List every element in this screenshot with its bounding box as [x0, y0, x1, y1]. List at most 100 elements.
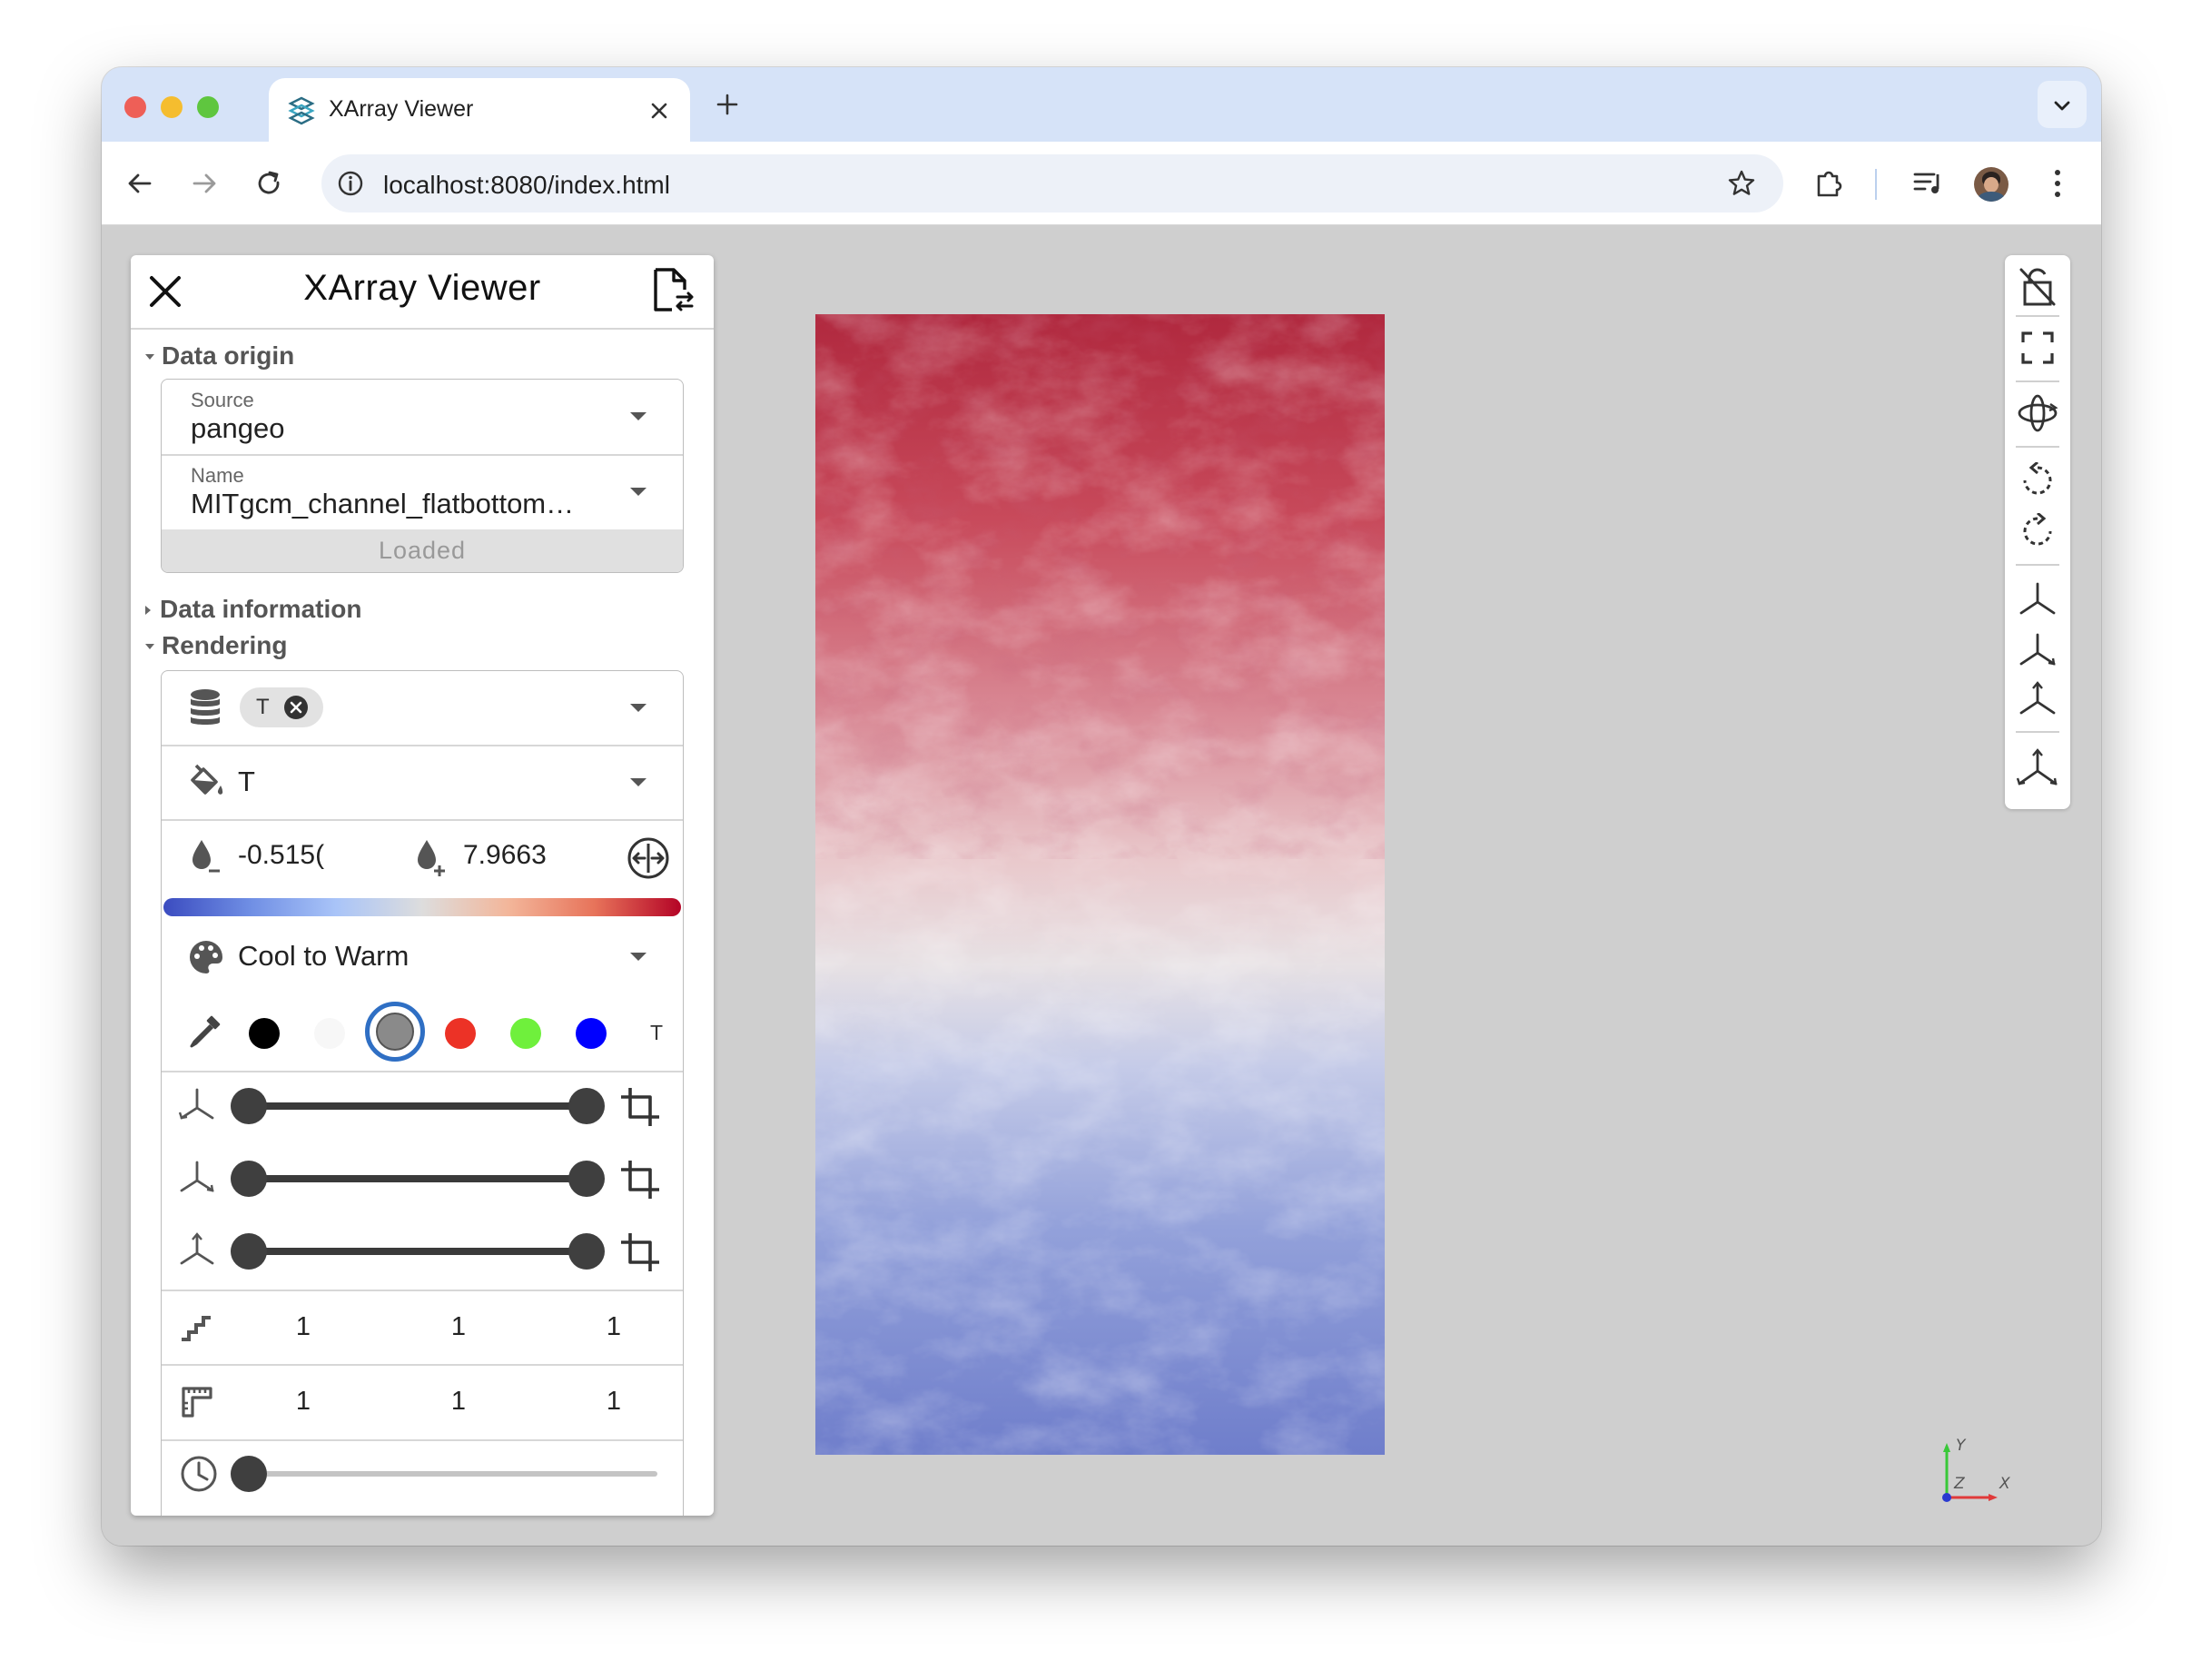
scale-y-input[interactable]: 1 — [431, 1387, 486, 1417]
swatch-tail-label: T — [650, 1021, 664, 1044]
crop-icon[interactable] — [619, 1231, 661, 1273]
reload-icon[interactable] — [256, 170, 283, 197]
palette-icon — [190, 941, 222, 973]
source-label: Source — [191, 389, 254, 411]
swatch-blue[interactable] — [576, 1018, 607, 1049]
caret-down-icon — [630, 704, 646, 712]
color-by-select[interactable]: T — [162, 746, 683, 819]
range-min-input[interactable]: -0.515( — [238, 840, 332, 871]
reset-range-icon[interactable] — [627, 836, 670, 880]
name-select[interactable]: Name MITgcm_channel_flatbottom… — [162, 455, 683, 529]
crop-z-max-thumb[interactable] — [568, 1233, 605, 1270]
crop-z-track[interactable] — [249, 1248, 587, 1255]
paint-bucket-icon — [191, 764, 223, 795]
browser-toolbar: localhost:8080/index.html — [102, 142, 2101, 225]
media-playlist-icon[interactable] — [1912, 169, 1943, 198]
data-information-header[interactable]: Data information — [145, 595, 361, 624]
tab-strip: XArray Viewer — [102, 67, 2101, 142]
remove-chip-icon[interactable] — [283, 695, 309, 720]
crop-x-min-thumb[interactable] — [231, 1088, 267, 1124]
swatch-white[interactable] — [314, 1018, 345, 1049]
rotate-right-icon[interactable] — [2019, 513, 2056, 549]
view-x-icon[interactable] — [2016, 578, 2059, 620]
divider — [2016, 380, 2059, 382]
stride-x-input[interactable]: 1 — [276, 1312, 331, 1342]
axis-label-y: Y — [1956, 1437, 1967, 1455]
time-track[interactable] — [249, 1471, 657, 1477]
view-z-icon[interactable] — [2016, 678, 2059, 720]
swatch-red[interactable] — [445, 1018, 476, 1049]
tab-title: XArray Viewer — [329, 96, 474, 122]
minimize-window-dot[interactable] — [161, 96, 183, 118]
array-chip[interactable]: T — [240, 687, 323, 727]
scale-row: 1 1 1 — [162, 1365, 683, 1439]
crop-x-track[interactable] — [249, 1102, 587, 1110]
swap-file-icon[interactable] — [650, 266, 696, 315]
crop-x-max-thumb[interactable] — [568, 1088, 605, 1124]
stride-z-input[interactable]: 1 — [587, 1312, 641, 1342]
close-tab-icon[interactable] — [650, 102, 668, 120]
stride-steps-icon — [182, 1316, 211, 1341]
maximize-window-dot[interactable] — [197, 96, 219, 118]
rendering-header[interactable]: Rendering — [145, 631, 287, 660]
view-isometric-icon[interactable] — [2014, 746, 2061, 791]
crop-y-min-thumb[interactable] — [231, 1161, 267, 1197]
close-window-dot[interactable] — [124, 96, 146, 118]
colormap-select[interactable]: Cool to Warm — [162, 918, 683, 996]
crop-y-track[interactable] — [249, 1175, 587, 1182]
back-arrow-icon[interactable] — [126, 170, 153, 197]
data-origin-label: Data origin — [162, 341, 295, 370]
swatch-gray-selected[interactable] — [365, 1002, 425, 1062]
divider — [2016, 731, 2059, 733]
eyedropper-icon[interactable] — [187, 1014, 222, 1049]
fullscreen-icon[interactable] — [2019, 330, 2056, 366]
range-min-drop-icon — [192, 840, 220, 873]
arrays-select[interactable]: T — [162, 671, 683, 745]
site-info-icon[interactable] — [336, 169, 365, 198]
scale-z-input[interactable]: 1 — [587, 1387, 641, 1417]
range-max-input[interactable]: 7.9663 — [463, 840, 572, 871]
view-y-icon[interactable] — [2016, 629, 2059, 671]
source-select[interactable]: Source pangeo — [162, 380, 683, 454]
caret-down-icon — [630, 488, 646, 496]
stride-y-input[interactable]: 1 — [431, 1312, 486, 1342]
clock-icon — [181, 1456, 217, 1492]
scale-x-input[interactable]: 1 — [276, 1387, 331, 1417]
expand-caret-icon — [145, 354, 154, 360]
expand-caret-icon — [145, 644, 154, 649]
axis-y-icon — [180, 1161, 214, 1192]
toolbar-divider — [1875, 169, 1877, 200]
crop-icon[interactable] — [619, 1086, 661, 1128]
caret-down-icon — [630, 412, 646, 420]
ruler-icon — [182, 1387, 212, 1418]
lock-off-icon[interactable] — [2018, 266, 2058, 308]
loaded-button[interactable]: Loaded — [162, 529, 683, 572]
bookmark-star-icon[interactable] — [1727, 169, 1756, 198]
interaction-mode-icon[interactable] — [2016, 391, 2059, 435]
colormap-gradient-bar — [163, 898, 681, 916]
data-origin-header[interactable]: Data origin — [145, 341, 294, 371]
time-thumb[interactable] — [231, 1456, 267, 1492]
extensions-puzzle-icon[interactable] — [1812, 167, 1845, 200]
divider — [2016, 564, 2059, 566]
collapsed-caret-icon — [145, 606, 151, 615]
address-bar[interactable]: localhost:8080/index.html — [321, 154, 1783, 212]
swatch-green[interactable] — [510, 1018, 541, 1049]
new-tab-icon[interactable] — [716, 93, 739, 116]
browser-menu-icon[interactable] — [2052, 167, 2063, 200]
crop-z-min-thumb[interactable] — [231, 1233, 267, 1270]
view-toolbar — [2005, 255, 2070, 809]
crop-y-max-thumb[interactable] — [568, 1161, 605, 1197]
tab-search-button[interactable] — [2038, 81, 2087, 128]
tab-xarray-viewer[interactable]: XArray Viewer — [269, 78, 690, 142]
temperature-field-render[interactable] — [815, 314, 1385, 1455]
solid-color-row: T — [162, 996, 683, 1071]
forward-arrow-icon[interactable] — [191, 170, 218, 197]
rotate-left-icon[interactable] — [2019, 462, 2056, 499]
profile-avatar[interactable] — [1974, 167, 2009, 202]
crop-icon[interactable] — [619, 1159, 661, 1201]
divider — [2016, 446, 2059, 448]
swatch-black[interactable] — [249, 1018, 280, 1049]
xarray-favicon-icon — [288, 96, 315, 125]
caret-down-icon — [630, 778, 646, 786]
